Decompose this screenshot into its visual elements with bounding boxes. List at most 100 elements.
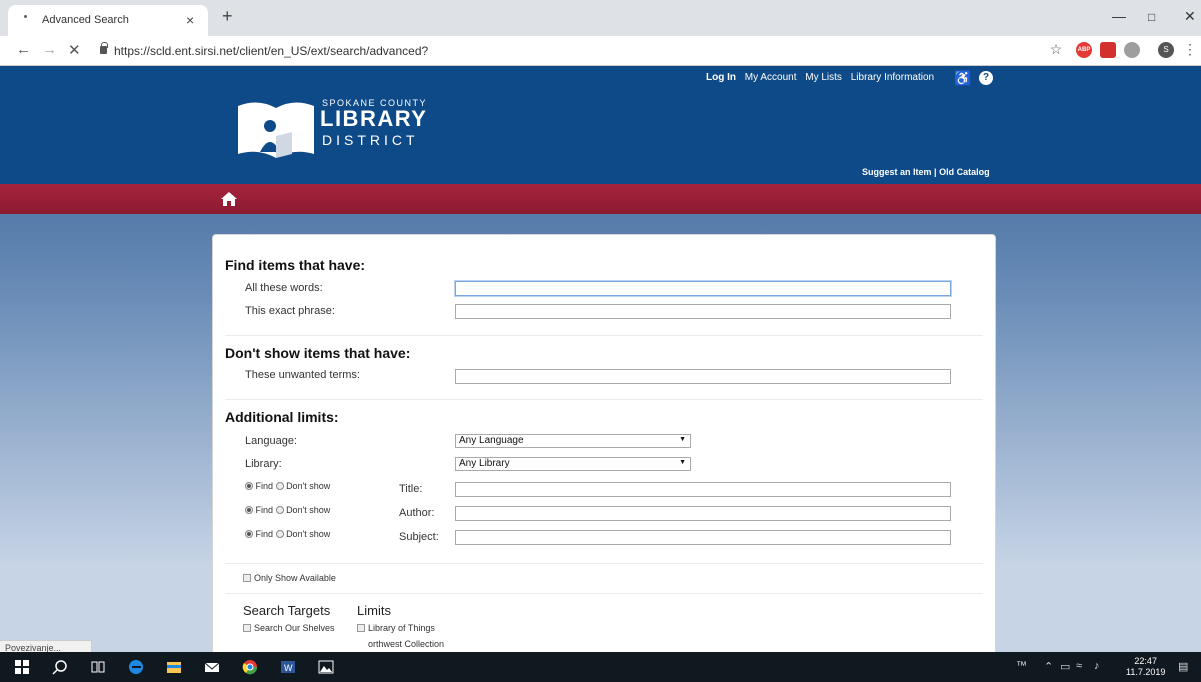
task-view-icon[interactable] <box>90 659 106 675</box>
site-header: Log In My Account My Lists Library Infor… <box>0 66 1201 184</box>
section-divider <box>225 563 983 564</box>
dropdown-arrow-icon: ▼ <box>679 436 686 443</box>
help-icon[interactable]: ? <box>979 71 993 85</box>
chrome-icon[interactable] <box>242 659 258 675</box>
battery-icon[interactable]: ▭ <box>1060 660 1070 673</box>
title-dont-show-radio[interactable] <box>275 482 284 490</box>
wifi-icon[interactable]: ≈ <box>1076 660 1082 672</box>
my-account-link[interactable]: My Account <box>745 72 797 83</box>
word-icon[interactable]: W <box>280 659 296 675</box>
stop-loading-icon[interactable]: ✕ <box>68 41 81 59</box>
browser-toolbar: ← → ✕ https://scld.ent.sirsi.net/client/… <box>0 36 1201 66</box>
menu-dots-icon[interactable]: ⋮ <box>1182 42 1198 58</box>
dont-show-option-label: Don't show <box>286 529 331 539</box>
logo-text-district: DISTRICT <box>322 132 419 148</box>
library-of-things-label: Library of Things <box>368 623 435 633</box>
library-select[interactable]: Any Library ▼ <box>455 457 691 471</box>
volume-icon[interactable]: ♪ <box>1094 660 1100 672</box>
photos-icon[interactable] <box>318 659 334 675</box>
forward-arrow-icon[interactable]: → <box>42 41 57 58</box>
library-of-things-option: Library of Things <box>357 623 435 633</box>
back-arrow-icon[interactable]: ← <box>16 41 31 58</box>
author-input[interactable] <box>455 506 951 521</box>
file-explorer-icon[interactable] <box>166 659 182 675</box>
search-targets-heading: Search Targets <box>243 603 331 618</box>
subject-find-radio[interactable] <box>245 530 253 538</box>
notifications-icon[interactable]: ▤ <box>1178 660 1188 673</box>
target-shelves-option: Search Our Shelves <box>243 623 335 633</box>
search-shelves-checkbox[interactable] <box>243 624 251 632</box>
subject-input[interactable] <box>455 530 951 545</box>
subject-dont-show-radio[interactable] <box>275 530 284 538</box>
mail-icon[interactable] <box>204 659 220 675</box>
maximize-icon[interactable]: □ <box>1148 10 1155 24</box>
browser-tab-bar: Advanced Search × + — □ ✕ <box>0 0 1201 36</box>
library-logo[interactable]: SPOKANE COUNTY LIBRARY DISTRICT <box>234 96 434 162</box>
title-input[interactable] <box>455 482 951 497</box>
my-lists-link[interactable]: My Lists <box>805 72 842 83</box>
loading-icon <box>22 15 30 23</box>
search-shelves-label: Search Our Shelves <box>254 623 335 633</box>
northwest-collection-option: orthwest Collection <box>357 639 444 649</box>
shield-extension-icon[interactable] <box>1100 42 1116 58</box>
library-label: Library: <box>245 458 282 470</box>
find-option-label: Find <box>255 529 274 539</box>
find-option-label: Find <box>255 481 274 491</box>
clock-time: 22:47 <box>1134 656 1157 666</box>
title-find-radio[interactable] <box>245 482 253 490</box>
tab-title: Advanced Search <box>42 14 129 26</box>
suggest-item-link[interactable]: Suggest an Item <box>862 167 932 177</box>
library-of-things-checkbox[interactable] <box>357 624 365 632</box>
new-tab-button[interactable]: + <box>222 6 233 27</box>
library-select-value: Any Library <box>459 458 510 469</box>
people-icon[interactable]: ™ <box>1016 660 1027 672</box>
only-available-checkbox[interactable] <box>243 574 251 582</box>
close-tab-icon[interactable]: × <box>186 12 194 28</box>
bookmark-star-icon[interactable]: ☆ <box>1048 42 1064 58</box>
link-separator: | <box>934 167 937 177</box>
edge-browser-icon[interactable] <box>128 659 144 675</box>
language-label: Language: <box>245 435 297 447</box>
section-divider <box>225 335 983 336</box>
address-bar[interactable]: https://scld.ent.sirsi.net/client/en_US/… <box>92 40 1042 62</box>
tray-expand-icon[interactable]: ⌃ <box>1044 660 1053 673</box>
logo-text-library: LIBRARY <box>320 106 428 131</box>
find-section-title: Find items that have: <box>225 257 366 273</box>
web-page: Log In My Account My Lists Library Infor… <box>0 66 1201 652</box>
clock-date: 11.7.2019 <box>1126 667 1166 677</box>
unwanted-terms-input[interactable] <box>455 369 951 384</box>
svg-text:W: W <box>284 663 293 673</box>
title-radio-group: Find Don't show <box>245 481 330 491</box>
old-catalog-link[interactable]: Old Catalog <box>939 167 990 177</box>
advanced-search-form: Find items that have: All these words: T… <box>212 234 996 652</box>
window-close-icon[interactable]: ✕ <box>1184 8 1196 25</box>
library-information-link[interactable]: Library Information <box>851 72 934 83</box>
exact-phrase-input[interactable] <box>455 304 951 319</box>
dont-show-option-label: Don't show <box>286 481 331 491</box>
minimize-icon[interactable]: — <box>1112 8 1126 24</box>
lock-icon <box>100 42 108 54</box>
profile-avatar-icon[interactable]: S <box>1158 42 1174 58</box>
all-words-input[interactable] <box>455 281 951 296</box>
subject-label: Subject: <box>399 531 439 543</box>
accessibility-icon[interactable]: ♿ <box>954 70 971 86</box>
book-reader-icon <box>238 102 314 158</box>
windows-start-icon[interactable] <box>14 659 30 675</box>
author-find-radio[interactable] <box>245 506 253 514</box>
windows-taskbar: W ™ ⌃ ▭ ≈ ♪ 22:47 11.7.2019 ▤ <box>0 652 1201 682</box>
header-sub-links: Suggest an Item | Old Catalog <box>862 167 990 177</box>
author-radio-group: Find Don't show <box>245 505 330 515</box>
account-links: Log In My Account My Lists Library Infor… <box>706 72 940 83</box>
home-icon[interactable] <box>220 191 238 207</box>
search-icon[interactable] <box>52 659 68 675</box>
extension-icon[interactable] <box>1124 42 1140 58</box>
language-select[interactable]: Any Language ▼ <box>455 434 691 448</box>
browser-tab[interactable]: Advanced Search × <box>8 5 208 36</box>
adblock-icon[interactable]: ABP <box>1076 42 1092 58</box>
login-link[interactable]: Log In <box>706 72 736 83</box>
only-available-label: Only Show Available <box>254 573 336 583</box>
all-words-label: All these words: <box>245 282 323 294</box>
author-dont-show-radio[interactable] <box>275 506 284 514</box>
only-available-option: Only Show Available <box>243 573 336 583</box>
system-clock[interactable]: 22:47 11.7.2019 <box>1126 656 1165 678</box>
